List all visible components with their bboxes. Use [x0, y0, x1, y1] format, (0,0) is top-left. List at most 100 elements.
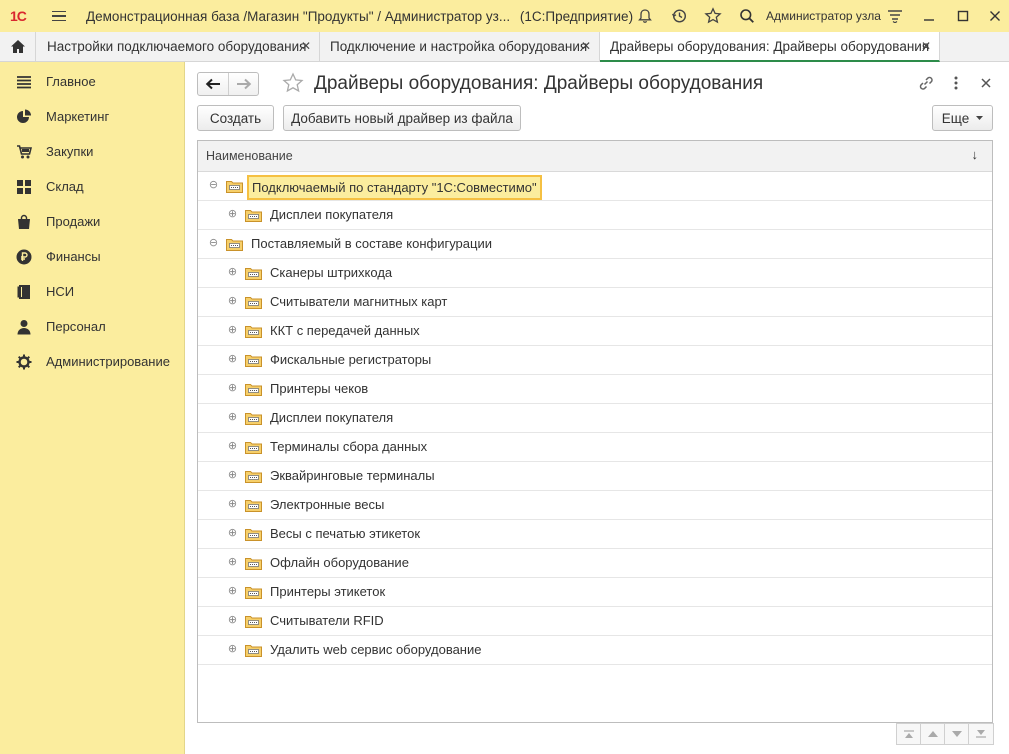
- settings-menu-icon[interactable]: [878, 0, 912, 32]
- close-form-icon[interactable]: [975, 72, 997, 94]
- sidebar-item-warehouse[interactable]: Склад: [0, 169, 185, 204]
- home-icon[interactable]: [0, 32, 36, 61]
- expand-icon[interactable]: ⊕: [228, 470, 237, 481]
- bag-icon: [16, 214, 32, 230]
- tab-label: Подключение и настройка оборудования: [330, 39, 588, 54]
- expand-icon[interactable]: ⊕: [228, 499, 237, 510]
- cart-icon: [16, 144, 32, 160]
- tab-label: Настройки подключаемого оборудования: [47, 39, 307, 54]
- platform-label: (1С:Предприятие): [519, 8, 634, 24]
- scroll-up-icon[interactable]: [921, 724, 945, 744]
- tree-row[interactable]: ⊕ Офлайн оборудование: [198, 549, 992, 578]
- search-icon[interactable]: [730, 0, 764, 32]
- expand-icon[interactable]: ⊕: [228, 383, 237, 394]
- scroll-to-bottom-icon[interactable]: [969, 724, 993, 744]
- tree-row[interactable]: ⊕ Фискальные регистраторы: [198, 346, 992, 375]
- tab-equipment-drivers[interactable]: Драйверы оборудования: Драйверы оборудов…: [600, 32, 940, 62]
- sidebar-item-label: Склад: [46, 179, 84, 194]
- tree-row[interactable]: ⊕ Принтеры этикеток: [198, 578, 992, 607]
- tree-row[interactable]: ⊕ Эквайринговые терминалы: [198, 462, 992, 491]
- tree-row[interactable]: ⊕ Весы с печатью этикеток: [198, 520, 992, 549]
- expand-icon[interactable]: ⊕: [228, 615, 237, 626]
- tree-row-label: Электронные весы: [270, 497, 385, 512]
- tree-row[interactable]: ⊕ Принтеры чеков: [198, 375, 992, 404]
- column-header-name[interactable]: Наименование: [206, 149, 293, 163]
- tree-row[interactable]: ⊕ Терминалы сбора данных: [198, 433, 992, 462]
- sidebar-item-finance[interactable]: Финансы: [0, 239, 185, 274]
- collapse-icon[interactable]: ⊖: [209, 238, 218, 249]
- scroll-down-icon[interactable]: [945, 724, 969, 744]
- gear-icon: [16, 354, 32, 370]
- tree-row[interactable]: ⊕ Электронные весы: [198, 491, 992, 520]
- tree-row-label: Удалить web сервис оборудование: [270, 642, 482, 657]
- add-driver-from-file-button[interactable]: Добавить новый драйвер из файла: [283, 105, 521, 131]
- close-tab-icon[interactable]: ✕: [921, 39, 931, 53]
- close-tab-icon[interactable]: ✕: [581, 39, 591, 53]
- tree-row[interactable]: ⊕ Удалить web сервис оборудование: [198, 636, 992, 665]
- folder-icon: [245, 614, 262, 628]
- scroll-to-top-icon[interactable]: [897, 724, 921, 744]
- expand-icon[interactable]: ⊕: [228, 557, 237, 568]
- expand-icon[interactable]: ⊕: [228, 528, 237, 539]
- maximize-icon[interactable]: [946, 0, 980, 32]
- sidebar-item-purchases[interactable]: Закупки: [0, 134, 185, 169]
- tab-equipment-connection[interactable]: Подключение и настройка оборудования ✕: [320, 32, 600, 61]
- expand-icon[interactable]: ⊕: [228, 644, 237, 655]
- back-arrow-icon[interactable]: [198, 73, 228, 95]
- expand-icon[interactable]: ⊕: [228, 412, 237, 423]
- sort-arrow-icon[interactable]: ↓: [972, 147, 979, 162]
- expand-icon[interactable]: ⊕: [228, 441, 237, 452]
- expand-icon[interactable]: ⊕: [228, 586, 237, 597]
- sidebar-item-label: Продажи: [46, 214, 101, 229]
- person-icon: [16, 319, 32, 335]
- favorites-star-icon[interactable]: [696, 0, 730, 32]
- sidebar-item-administration[interactable]: Администрирование: [0, 344, 185, 379]
- tree-row[interactable]: ⊕ ККТ с передачей данных: [198, 317, 992, 346]
- sidebar-item-label: Персонал: [46, 319, 106, 334]
- tree-row-label: Терминалы сбора данных: [270, 439, 428, 454]
- tree-group-row[interactable]: ⊖ Поставляемый в составе конфигурации: [198, 230, 992, 259]
- more-actions-icon[interactable]: [945, 72, 967, 94]
- tab-equipment-settings[interactable]: Настройки подключаемого оборудования ✕: [37, 32, 320, 61]
- more-button-label: Еще: [941, 110, 970, 126]
- folder-icon: [245, 266, 262, 280]
- chevron-down-icon: [976, 116, 984, 120]
- sidebar-item-marketing[interactable]: Маркетинг: [0, 99, 185, 134]
- more-button[interactable]: Еще: [932, 105, 993, 131]
- drivers-tree-table: Наименование ↓ ⊖ Подключаемый по стандарт…: [197, 140, 993, 723]
- minimize-icon[interactable]: [912, 0, 946, 32]
- link-icon[interactable]: [915, 72, 937, 94]
- history-icon[interactable]: [662, 0, 696, 32]
- close-tab-icon[interactable]: ✕: [301, 39, 311, 53]
- app-logo[interactable]: 1С: [10, 6, 40, 26]
- tree-row[interactable]: ⊕ Дисплеи покупателя: [198, 404, 992, 433]
- tree-row-label: Считыватели магнитных карт: [270, 294, 448, 309]
- forward-arrow-icon[interactable]: [228, 73, 258, 95]
- tree-row-label: ККТ с передачей данных: [270, 323, 420, 338]
- sidebar-item-main[interactable]: Главное: [0, 64, 185, 99]
- tree-group-row[interactable]: ⊖ Подключаемый по стандарту "1С:Совместим…: [198, 172, 992, 201]
- sidebar-item-label: Администрирование: [46, 354, 170, 369]
- expand-icon[interactable]: ⊕: [228, 296, 237, 307]
- tree-row[interactable]: ⊕ Считыватели магнитных карт: [198, 288, 992, 317]
- folder-icon: [245, 527, 262, 541]
- collapse-icon[interactable]: ⊖: [209, 180, 218, 191]
- tree-row[interactable]: ⊕ Сканеры штрихкода: [198, 259, 992, 288]
- main-menu-icon[interactable]: [52, 6, 72, 26]
- add-to-favorites-star-icon[interactable]: [282, 72, 304, 94]
- create-button[interactable]: Создать: [197, 105, 274, 131]
- bell-icon[interactable]: [628, 0, 662, 32]
- expand-icon[interactable]: ⊕: [228, 209, 237, 220]
- tree-row[interactable]: ⊕ Считыватели RFID: [198, 607, 992, 636]
- current-user[interactable]: Администратор узла: [766, 9, 881, 23]
- sidebar-item-personnel[interactable]: Персонал: [0, 309, 185, 344]
- page-title: Драйверы оборудования: Драйверы оборудов…: [314, 73, 764, 94]
- sidebar-item-sales[interactable]: Продажи: [0, 204, 185, 239]
- expand-icon[interactable]: ⊕: [228, 267, 237, 278]
- sidebar-item-nsi[interactable]: НСИ: [0, 274, 185, 309]
- expand-icon[interactable]: ⊕: [228, 354, 237, 365]
- tree-row[interactable]: ⊕ Дисплеи покупателя: [198, 201, 992, 230]
- close-window-icon[interactable]: [978, 0, 1009, 32]
- expand-icon[interactable]: ⊕: [228, 325, 237, 336]
- form-area: Драйверы оборудования: Драйверы оборудов…: [186, 62, 1009, 754]
